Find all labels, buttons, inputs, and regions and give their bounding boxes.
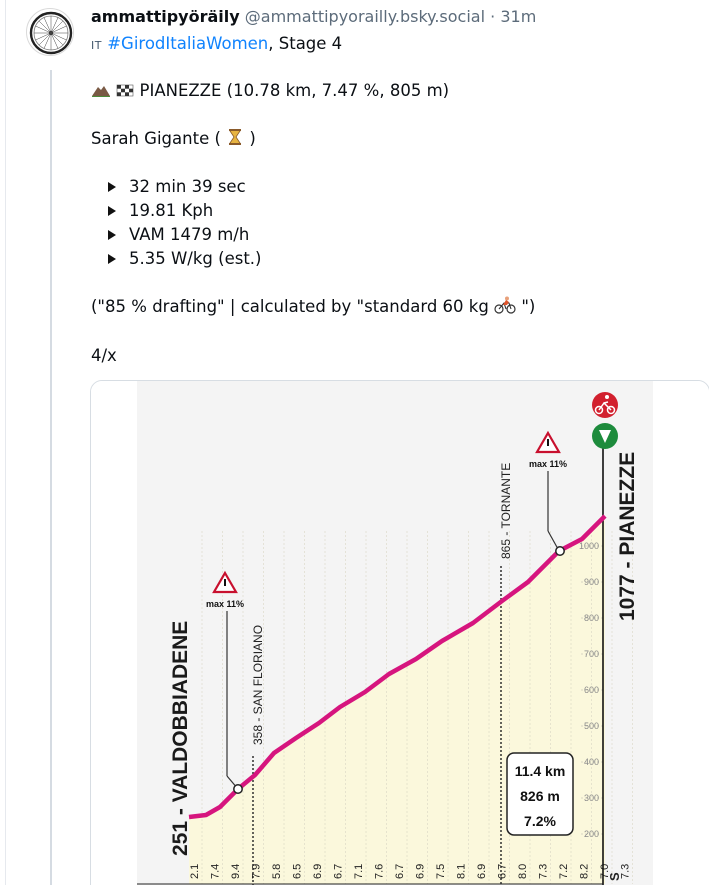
elevation-tick-label: 500 bbox=[584, 721, 599, 731]
elevation-tick-label: 300 bbox=[584, 793, 599, 803]
triangle-bullet-icon bbox=[108, 182, 116, 192]
km-gradient-label: 6.7 bbox=[333, 864, 345, 879]
display-name[interactable]: ammattipyöräily bbox=[91, 7, 240, 26]
language-hashtag-line: IT #GirodItaliaWomen, Stage 4 bbox=[91, 33, 342, 57]
info-distance: 11.4 km bbox=[515, 763, 566, 779]
km-gradient-label: 8.2 bbox=[579, 864, 591, 879]
triangle-bullet-icon bbox=[108, 254, 116, 264]
checkered-flag-icon bbox=[116, 84, 134, 97]
km-gradient-label: 6.9 bbox=[476, 864, 488, 879]
km-gradient-label: 6.9 bbox=[312, 864, 324, 879]
km-gradient-label: 7.1 bbox=[353, 864, 365, 879]
info-gain: 826 m bbox=[520, 788, 560, 804]
finish-label: 1077 - PIANEZZE bbox=[616, 452, 639, 621]
note-text: ("85 % drafting" | calculated by "standa… bbox=[91, 297, 495, 316]
km-gradient-label: 6.7 bbox=[394, 864, 406, 879]
stat-speed: 19.81 Kph bbox=[129, 201, 214, 220]
stat-item: 19.81 Kph bbox=[108, 200, 213, 222]
km-gradient-label: 7.6 bbox=[374, 864, 386, 879]
post-time[interactable]: 31m bbox=[500, 7, 536, 26]
stat-vam: VAM 1479 m/h bbox=[129, 225, 250, 244]
km-gradient-label: 6.7 bbox=[497, 864, 509, 879]
axis-edge-label: S bbox=[607, 872, 622, 881]
km-gradient-label: 2.1 bbox=[189, 864, 201, 879]
arrival-icon bbox=[592, 423, 618, 449]
rider-name: Sarah Gigante ( bbox=[91, 129, 221, 148]
km-marker-2 bbox=[555, 546, 565, 556]
triangle-bullet-icon bbox=[108, 206, 116, 216]
rider-line: Sarah Gigante ( ) bbox=[91, 128, 256, 150]
checkpoint-san-floriano: 358 - SAN FLORIANO bbox=[251, 625, 265, 745]
elevation-tick-label: 200 bbox=[584, 829, 599, 839]
km-gradient-label: 9.4 bbox=[230, 864, 242, 879]
thread-line bbox=[50, 70, 52, 885]
max-gradient-label-2: max 11% bbox=[529, 459, 567, 469]
rider-close: ) bbox=[249, 129, 256, 148]
km-marker-1 bbox=[233, 784, 243, 794]
max-gradient-label-1: max 11% bbox=[206, 599, 244, 609]
cyclist-icon bbox=[494, 296, 516, 314]
info-gradient: 7.2% bbox=[524, 813, 556, 829]
hourglass-icon bbox=[229, 129, 242, 145]
note-line: ("85 % drafting" | calculated by "standa… bbox=[91, 296, 535, 318]
stat-item: 5.35 W/kg (est.) bbox=[108, 248, 261, 270]
handle[interactable]: @ammattipyorailly.bsky.social bbox=[245, 7, 485, 26]
km-gradient-label: 6.9 bbox=[415, 864, 427, 879]
post-counter: 4/x bbox=[91, 346, 117, 365]
bicycle-wheel-icon bbox=[29, 11, 73, 55]
avatar[interactable] bbox=[26, 8, 74, 56]
km-gradient-label: 8.1 bbox=[456, 864, 468, 879]
km-gradient-label: 8.0 bbox=[517, 864, 529, 879]
triangle-bullet-icon bbox=[108, 230, 116, 240]
stat-item: 32 min 39 sec bbox=[108, 176, 246, 198]
mtb-finish-icon bbox=[592, 392, 618, 418]
km-gradient-label: 7.5 bbox=[435, 864, 447, 879]
left-rail-divider bbox=[5, 0, 6, 885]
climb-info-box: 11.4 km 826 m 7.2% bbox=[506, 752, 574, 836]
checkpoint-tornante: 865 - TORNANTE bbox=[499, 463, 513, 559]
image-attachment[interactable]: 1000 900 800 700 600 500 400 300 200 2.1 7.4 9.4 7.… bbox=[90, 380, 709, 885]
hashtag-link[interactable]: #GirodItaliaWomen bbox=[107, 34, 268, 53]
elevation-tick-label: 800 bbox=[584, 613, 599, 623]
km-gradient-label: 5.8 bbox=[271, 864, 283, 879]
elevation-tick-label: 900 bbox=[584, 577, 599, 587]
mountain-icon bbox=[92, 86, 110, 97]
meta-separator: · bbox=[490, 7, 496, 26]
start-label: 251 - VALDOBBIADENE bbox=[169, 621, 192, 856]
km-gradient-label: 6.5 bbox=[292, 864, 304, 879]
climb-line: PIANEZZE (10.78 km, 7.47 %, 805 m) bbox=[91, 80, 449, 102]
elevation-tick-label: 400 bbox=[584, 757, 599, 767]
note-close: ") bbox=[521, 297, 536, 316]
km-gradient-label: 7.3 bbox=[538, 864, 550, 879]
stat-time: 32 min 39 sec bbox=[129, 177, 246, 196]
climb-summary: PIANEZZE (10.78 km, 7.47 %, 805 m) bbox=[139, 81, 450, 100]
stage-text: , Stage 4 bbox=[268, 34, 343, 53]
elevation-tick-label: 700 bbox=[584, 649, 599, 659]
climb-profile-chart: 1000 900 800 700 600 500 400 300 200 2.1 7.4 9.4 7.… bbox=[91, 381, 709, 885]
km-gradient-label: 7.4 bbox=[210, 864, 222, 879]
km-gradient-label: 7.2 bbox=[558, 864, 570, 879]
language-tag: IT bbox=[91, 39, 102, 52]
stat-item: VAM 1479 m/h bbox=[108, 224, 249, 246]
post-header: ammattipyöräily @ammattipyorailly.bsky.s… bbox=[91, 6, 536, 28]
elevation-tick-label: 600 bbox=[584, 685, 599, 695]
elevation-tick-label: 1000 bbox=[579, 541, 599, 551]
stat-power: 5.35 W/kg (est.) bbox=[129, 249, 262, 268]
